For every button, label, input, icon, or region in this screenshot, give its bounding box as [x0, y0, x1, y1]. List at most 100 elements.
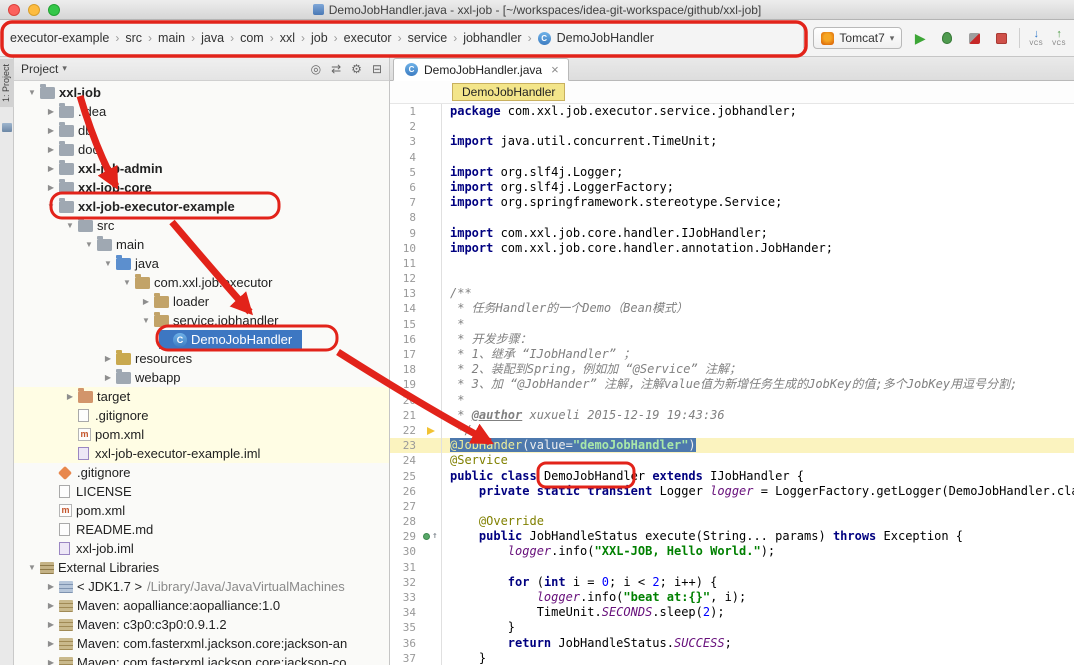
tree-item[interactable]: CDemoJobHandler — [14, 330, 389, 349]
run-config-select[interactable]: Tomcat7 ▾ — [813, 27, 902, 49]
tree-item[interactable]: ▶doc — [14, 140, 389, 159]
line-number: 1 — [390, 104, 420, 119]
tree-item[interactable]: ▼service.jobhandler — [14, 311, 389, 330]
tree-item[interactable]: mpom.xml — [14, 425, 389, 444]
tree-item[interactable]: ▶target — [14, 387, 389, 406]
tree-item[interactable]: README.md — [14, 520, 389, 539]
close-icon[interactable]: × — [551, 63, 559, 76]
line-number: 24 — [390, 453, 420, 468]
stop-button[interactable] — [992, 29, 1010, 47]
tree-item[interactable]: ▼xxl-job — [14, 83, 389, 102]
tree-item[interactable]: ▼xxl-job-executor-example — [14, 197, 389, 216]
breadcrumb-item[interactable]: job — [309, 30, 330, 46]
tree-item[interactable]: ▼main — [14, 235, 389, 254]
override-icon[interactable]: ↑ — [432, 529, 437, 544]
run-button[interactable]: ▶ — [911, 29, 929, 47]
line-number: 11 — [390, 256, 420, 271]
collapsed-arrow-icon[interactable]: ▶ — [45, 639, 57, 648]
tree-item[interactable]: ▼com.xxl.job.executor — [14, 273, 389, 292]
tree-item[interactable]: ▶Maven: aopalliance:aopalliance:1.0 — [14, 596, 389, 615]
project-tool-window-tab[interactable]: 1: Project — [0, 59, 14, 107]
collapsed-arrow-icon[interactable]: ▶ — [45, 620, 57, 629]
toolbar-separator — [803, 28, 804, 48]
code-area[interactable]: 1package com.xxl.job.executor.service.jo… — [390, 104, 1074, 665]
collapsed-arrow-icon[interactable]: ▶ — [102, 354, 114, 363]
editor-tab[interactable]: C DemoJobHandler.java × — [393, 58, 569, 81]
expanded-arrow-icon[interactable]: ▼ — [26, 563, 38, 572]
collapsed-arrow-icon[interactable]: ▶ — [45, 164, 57, 173]
collapsed-arrow-icon[interactable]: ▶ — [64, 392, 76, 401]
collapsed-arrow-icon[interactable]: ▶ — [45, 145, 57, 154]
tree-item[interactable]: mpom.xml — [14, 501, 389, 520]
expanded-arrow-icon[interactable]: ▼ — [45, 202, 57, 211]
tree-item[interactable]: ▶< JDK1.7 >/Library/Java/JavaVirtualMach… — [14, 577, 389, 596]
debug-button[interactable] — [938, 29, 956, 47]
breadcrumb-item[interactable]: xxl — [278, 30, 297, 46]
coverage-button[interactable] — [965, 29, 983, 47]
gutter — [420, 150, 442, 165]
expanded-arrow-icon[interactable]: ▼ — [121, 278, 133, 287]
minimize-window-button[interactable] — [28, 4, 40, 16]
breadcrumb-item[interactable]: main — [156, 30, 187, 46]
tree-item[interactable]: xxl-job.iml — [14, 539, 389, 558]
vcs-commit-button[interactable]: ↑ VCS — [1052, 29, 1066, 47]
collapsed-arrow-icon[interactable]: ▶ — [140, 297, 152, 306]
panel-title[interactable]: Project — [21, 62, 58, 76]
locate-icon[interactable]: ◎ — [311, 62, 321, 76]
tree-item[interactable]: ▶xxl-job-core — [14, 178, 389, 197]
editor-breadcrumb-chip[interactable]: DemoJobHandler — [452, 83, 565, 101]
run-toolbar: Tomcat7 ▾ ▶ ↓ VCS ↑ VCS — [803, 27, 1068, 49]
tree-item[interactable]: ▶resources — [14, 349, 389, 368]
settings-icon[interactable]: ⚙ — [351, 62, 362, 76]
close-window-button[interactable] — [8, 4, 20, 16]
breadcrumb-item[interactable]: service — [406, 30, 450, 46]
tree-item[interactable]: ▶Maven: c3p0:c3p0:0.9.1.2 — [14, 615, 389, 634]
collapsed-arrow-icon[interactable]: ▶ — [45, 582, 57, 591]
breadcrumb-item[interactable]: executor-example — [8, 30, 111, 46]
tree-item[interactable]: ▶.idea — [14, 102, 389, 121]
tree-item[interactable]: ▶loader — [14, 292, 389, 311]
zoom-window-button[interactable] — [48, 4, 60, 16]
expanded-arrow-icon[interactable]: ▼ — [26, 88, 38, 97]
code-text: TimeUnit.SECONDS.sleep(2); — [442, 605, 725, 620]
tree-item[interactable]: ▼External Libraries — [14, 558, 389, 577]
expanded-arrow-icon[interactable]: ▼ — [140, 316, 152, 325]
breadcrumb-item[interactable]: jobhandler — [461, 30, 523, 46]
tree-item[interactable]: ▶webapp — [14, 368, 389, 387]
tree-item[interactable]: ▶db — [14, 121, 389, 140]
tree-item[interactable]: ▼src — [14, 216, 389, 235]
expanded-arrow-icon[interactable]: ▼ — [102, 259, 114, 268]
collapsed-arrow-icon[interactable]: ▶ — [45, 126, 57, 135]
breadcrumb-item[interactable]: java — [199, 30, 226, 46]
code-line: 12 — [390, 271, 1074, 286]
breadcrumb-item[interactable]: src — [123, 30, 144, 46]
expanded-arrow-icon[interactable]: ▼ — [64, 221, 76, 230]
collapse-all-icon[interactable]: ⇄ — [331, 62, 341, 76]
tree-item[interactable]: LICENSE — [14, 482, 389, 501]
tree-item[interactable]: ▶Maven: com.fasterxml.jackson.core:jacks… — [14, 653, 389, 665]
line-number: 17 — [390, 347, 420, 362]
chevron-down-icon[interactable]: ▾ — [62, 63, 67, 74]
collapsed-arrow-icon[interactable]: ▶ — [102, 373, 114, 382]
tree-item[interactable]: .gitignore — [14, 406, 389, 425]
gutter — [420, 651, 442, 665]
tree-item[interactable]: .gitignore — [14, 463, 389, 482]
breadcrumb-item[interactable]: com — [238, 30, 266, 46]
run-marker-icon[interactable] — [423, 533, 430, 540]
tree-item[interactable]: ▼java — [14, 254, 389, 273]
collapsed-arrow-icon[interactable]: ▶ — [45, 107, 57, 116]
breadcrumb-item[interactable]: DemoJobHandler — [555, 30, 656, 46]
collapsed-arrow-icon[interactable]: ▶ — [45, 183, 57, 192]
tree-item[interactable]: ▶xxl-job-admin — [14, 159, 389, 178]
breadcrumb-item[interactable]: executor — [342, 30, 394, 46]
tree-item[interactable]: ▶Maven: com.fasterxml.jackson.core:jacks… — [14, 634, 389, 653]
vcs-update-button[interactable]: ↓ VCS — [1029, 29, 1043, 47]
hide-panel-icon[interactable]: ⊟ — [372, 62, 382, 76]
line-number: 32 — [390, 575, 420, 590]
collapsed-arrow-icon[interactable]: ▶ — [45, 601, 57, 610]
expanded-arrow-icon[interactable]: ▼ — [83, 240, 95, 249]
code-text — [442, 119, 450, 134]
tree-item[interactable]: xxl-job-executor-example.iml — [14, 444, 389, 463]
line-number: 13 — [390, 286, 420, 301]
collapsed-arrow-icon[interactable]: ▶ — [45, 658, 57, 665]
